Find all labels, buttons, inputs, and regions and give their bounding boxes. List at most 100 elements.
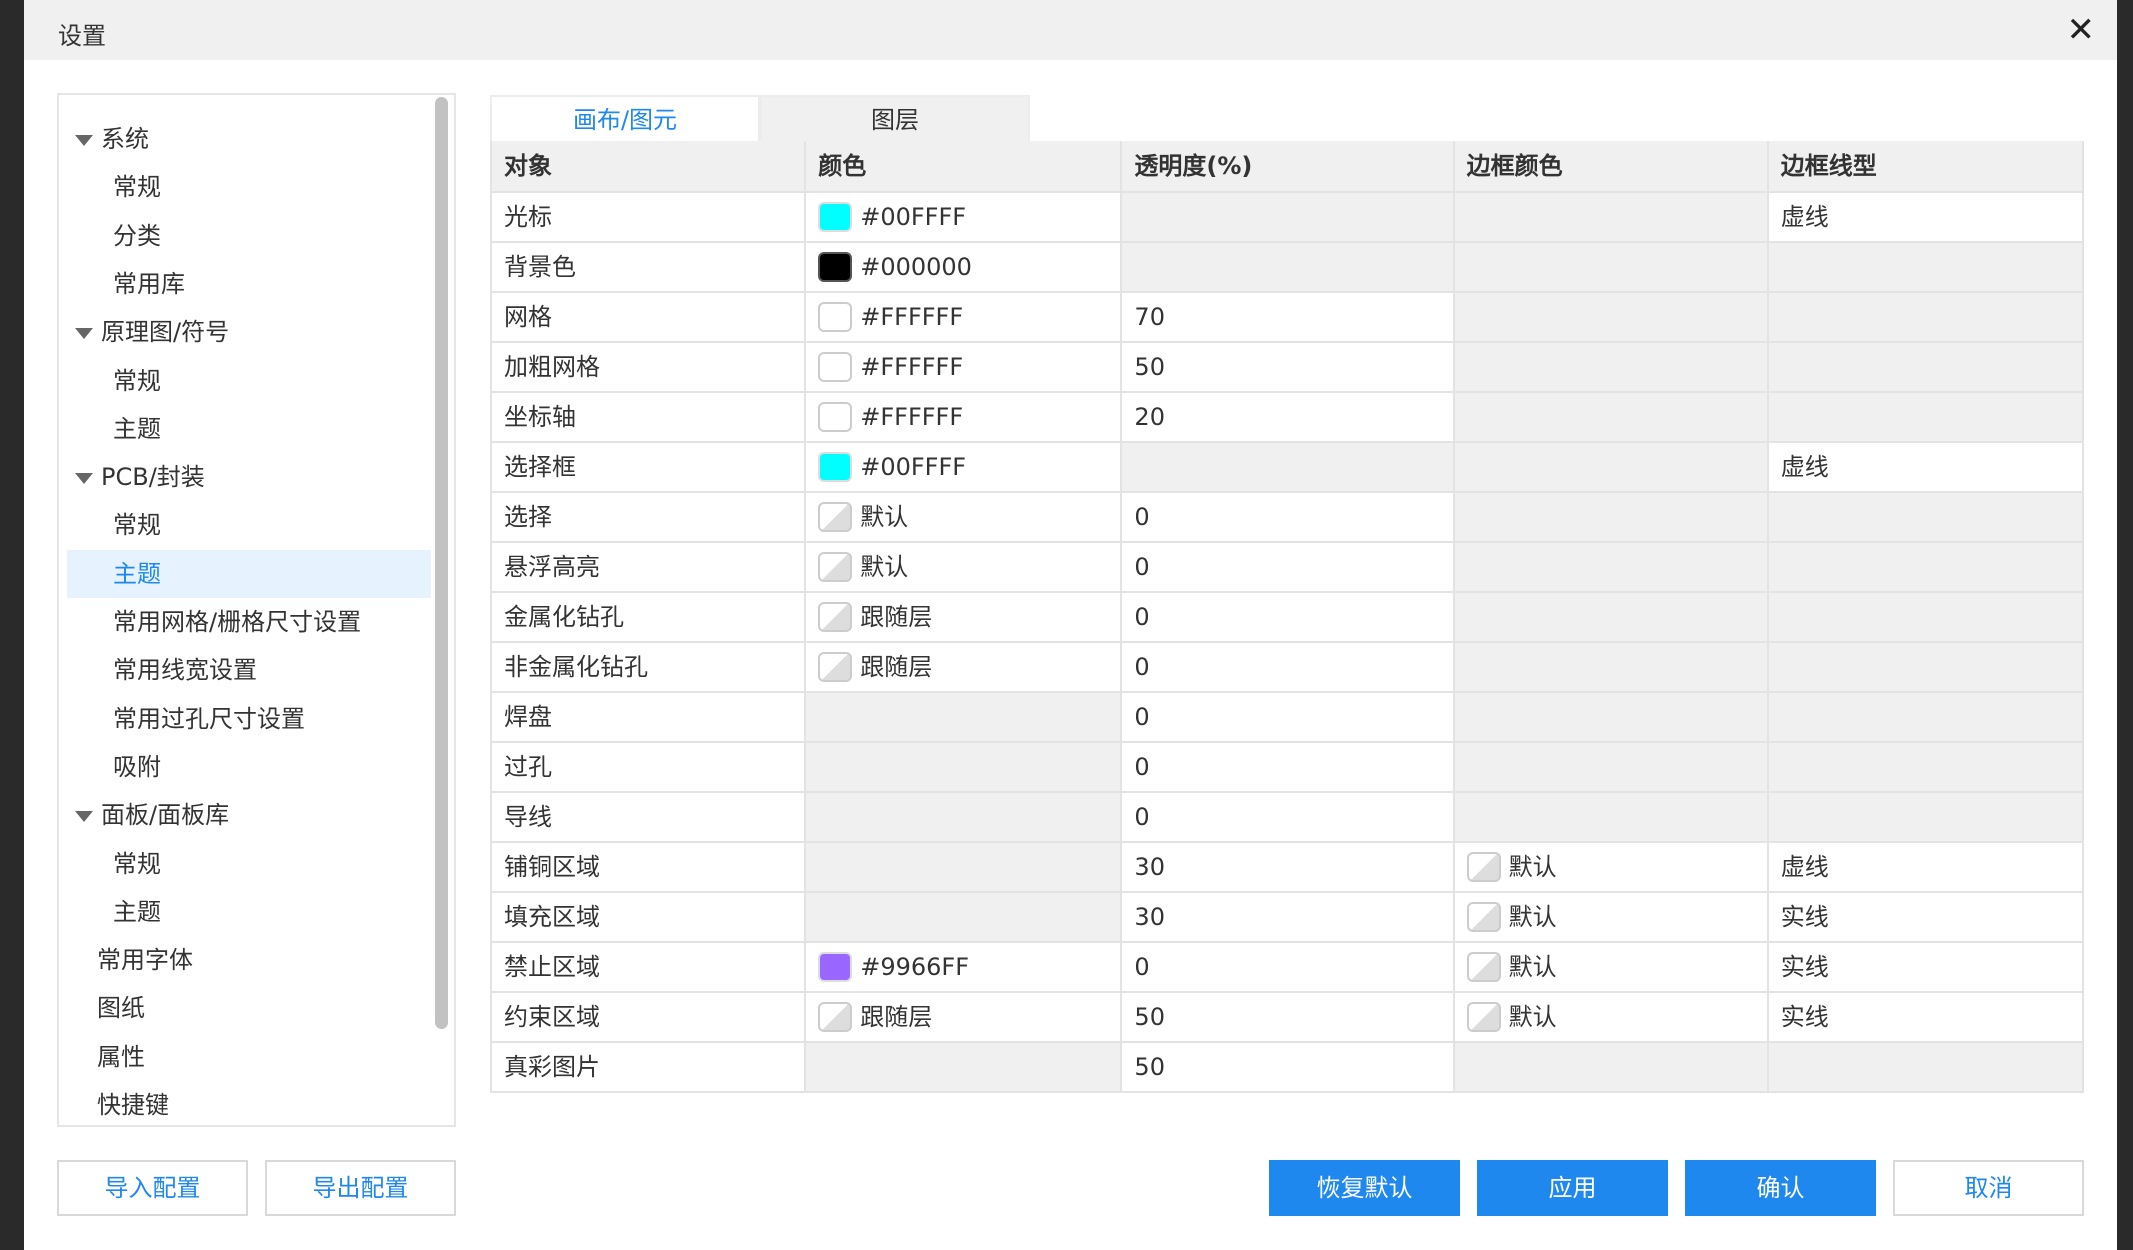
color-swatch[interactable] — [818, 202, 853, 232]
border-line-type-cell[interactable]: 虚线 — [1766, 843, 2082, 891]
opacity-cell[interactable]: 0 — [1120, 943, 1453, 991]
border-color-cell[interactable]: 默认 — [1452, 943, 1767, 991]
color-cell[interactable]: #00FFFF — [804, 193, 1121, 241]
tree-item[interactable]: PCB/封装 — [67, 453, 431, 501]
tree-item-label: 主题 — [113, 559, 161, 588]
tree-item[interactable]: 吸附 — [67, 743, 431, 791]
title-bar: 设置 ✕ — [24, 0, 2117, 60]
color-cell[interactable]: #9966FF — [804, 943, 1121, 991]
tree-item[interactable]: 属性 — [67, 1033, 431, 1081]
border-line-type-cell[interactable]: 虚线 — [1766, 443, 2082, 491]
tree-item[interactable]: 分类 — [67, 212, 431, 260]
color-cell[interactable]: 跟随层 — [804, 593, 1121, 641]
restore-defaults-button[interactable]: 恢复默认 — [1269, 1160, 1460, 1216]
border-line-type-cell[interactable]: 实线 — [1766, 893, 2082, 941]
tree-scrollbar[interactable] — [435, 97, 448, 1029]
object-name: 选择 — [492, 493, 805, 541]
tree-item[interactable]: 常用网格/栅格尺寸设置 — [67, 598, 431, 646]
color-swatch[interactable] — [818, 652, 853, 682]
tree-item[interactable]: 系统 — [67, 115, 431, 163]
opacity-cell[interactable]: 0 — [1120, 493, 1453, 541]
color-cell[interactable]: 跟随层 — [804, 993, 1121, 1041]
opacity-cell[interactable]: 20 — [1120, 393, 1453, 441]
expand-triangle-icon[interactable] — [75, 327, 93, 339]
color-swatch[interactable] — [818, 552, 853, 582]
color-swatch[interactable] — [818, 952, 853, 982]
color-cell[interactable]: #FFFFFF — [804, 343, 1121, 391]
opacity-cell[interactable]: 0 — [1120, 743, 1453, 791]
border-color-cell[interactable]: 默认 — [1452, 993, 1767, 1041]
opacity-cell[interactable]: 30 — [1120, 893, 1453, 941]
color-cell[interactable]: #FFFFFF — [804, 293, 1121, 341]
tree-item[interactable]: 常规 — [67, 357, 431, 405]
tree-item[interactable]: 图纸 — [67, 984, 431, 1032]
cancel-button[interactable]: 取消 — [1893, 1160, 2084, 1216]
tree-item[interactable]: 常用线宽设置 — [67, 646, 431, 694]
tree-item[interactable]: 主题 — [67, 549, 431, 598]
table-row: 选择框 #00FFFF 虚线 — [492, 441, 2082, 491]
border-line-type-cell — [1766, 243, 2082, 291]
tree-item[interactable]: 快捷键 — [67, 1081, 431, 1125]
opacity-cell[interactable]: 0 — [1120, 693, 1453, 741]
confirm-button[interactable]: 确认 — [1685, 1160, 1876, 1216]
border-color-cell[interactable]: 默认 — [1452, 843, 1767, 891]
object-name: 过孔 — [492, 743, 805, 791]
expand-triangle-icon[interactable] — [75, 134, 93, 146]
color-swatch[interactable] — [818, 402, 853, 432]
opacity-cell[interactable]: 0 — [1120, 643, 1453, 691]
border-line-type-cell[interactable]: 实线 — [1766, 943, 2082, 991]
apply-button[interactable]: 应用 — [1477, 1160, 1668, 1216]
border-color-cell — [1452, 493, 1767, 541]
column-header: 透明度(%) — [1120, 141, 1453, 191]
tree-item[interactable]: 常用过孔尺寸设置 — [67, 695, 431, 743]
tab-canvas[interactable]: 画布/图元 — [490, 95, 760, 141]
tree-item[interactable]: 面板/面板库 — [67, 791, 431, 839]
color-swatch[interactable] — [818, 302, 853, 332]
color-swatch[interactable] — [818, 502, 853, 532]
color-value: 跟随层 — [860, 603, 933, 631]
tree-item[interactable]: 常规 — [67, 501, 431, 549]
close-icon[interactable]: ✕ — [2067, 10, 2096, 50]
tree-item[interactable]: 原理图/符号 — [67, 308, 431, 356]
opacity-cell[interactable]: 0 — [1120, 593, 1453, 641]
tree-item[interactable]: 常用库 — [67, 260, 431, 308]
color-swatch[interactable] — [818, 252, 853, 282]
tree-item[interactable]: 主题 — [67, 888, 431, 936]
expand-triangle-icon[interactable] — [75, 810, 93, 822]
tree-item[interactable]: 常规 — [67, 163, 431, 211]
color-swatch[interactable] — [818, 352, 853, 382]
opacity-cell[interactable]: 50 — [1120, 993, 1453, 1041]
expand-triangle-icon[interactable] — [75, 472, 93, 484]
color-cell[interactable]: #000000 — [804, 243, 1121, 291]
color-swatch[interactable] — [818, 452, 853, 482]
opacity-cell[interactable]: 50 — [1120, 343, 1453, 391]
color-cell[interactable]: 跟随层 — [804, 643, 1121, 691]
table-row: 非金属化钻孔 跟随层 0 — [492, 641, 2082, 691]
tree-item[interactable]: 常用字体 — [67, 936, 431, 984]
border-line-type-cell — [1766, 493, 2082, 541]
border-color-swatch[interactable] — [1466, 952, 1501, 982]
color-cell[interactable]: 默认 — [804, 493, 1121, 541]
border-color-swatch[interactable] — [1466, 902, 1501, 932]
border-color-swatch[interactable] — [1466, 852, 1501, 882]
opacity-cell[interactable]: 0 — [1120, 793, 1453, 841]
color-cell[interactable]: 默认 — [804, 543, 1121, 591]
color-swatch[interactable] — [818, 1002, 853, 1032]
tab-layers[interactable]: 图层 — [760, 95, 1030, 141]
color-cell[interactable]: #00FFFF — [804, 443, 1121, 491]
border-color-cell[interactable]: 默认 — [1452, 893, 1767, 941]
color-cell[interactable]: #FFFFFF — [804, 393, 1121, 441]
opacity-cell[interactable]: 0 — [1120, 543, 1453, 591]
opacity-cell[interactable]: 50 — [1120, 1043, 1453, 1091]
tree-item[interactable]: 主题 — [67, 405, 431, 453]
opacity-cell[interactable]: 30 — [1120, 843, 1453, 891]
opacity-cell[interactable]: 70 — [1120, 293, 1453, 341]
column-header: 颜色 — [804, 141, 1121, 191]
border-line-type-cell[interactable]: 实线 — [1766, 993, 2082, 1041]
export-config-button[interactable]: 导出配置 — [265, 1160, 456, 1216]
tree-item[interactable]: 常规 — [67, 840, 431, 888]
border-color-swatch[interactable] — [1466, 1002, 1501, 1032]
border-line-type-cell[interactable]: 虚线 — [1766, 193, 2082, 241]
import-config-button[interactable]: 导入配置 — [57, 1160, 248, 1216]
color-swatch[interactable] — [818, 602, 853, 632]
